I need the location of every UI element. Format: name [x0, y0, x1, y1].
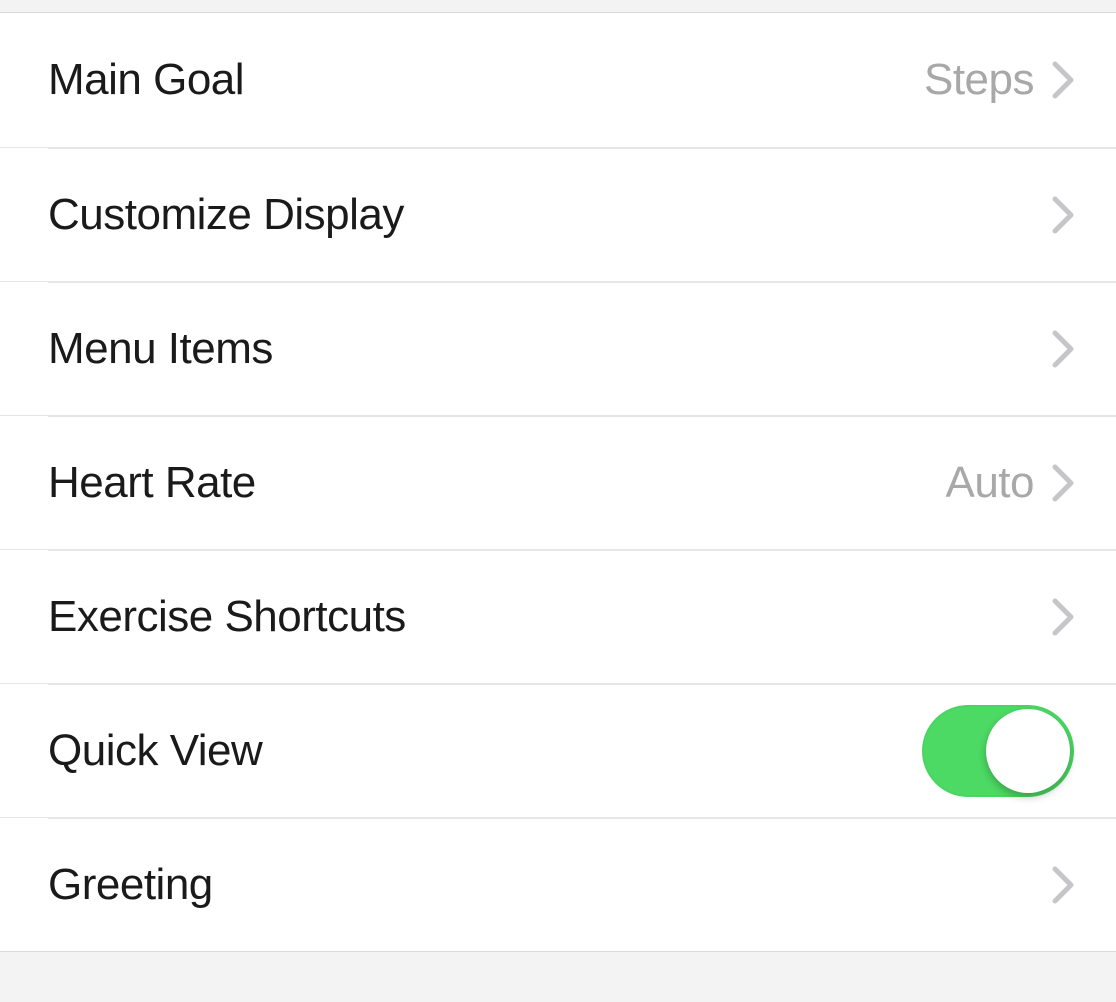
row-value: Steps	[924, 55, 1034, 105]
row-main-goal[interactable]: Main Goal Steps	[0, 13, 1116, 147]
row-quick-view: Quick View	[0, 683, 1116, 817]
row-greeting[interactable]: Greeting	[0, 817, 1116, 951]
row-label: Heart Rate	[48, 458, 945, 508]
row-heart-rate[interactable]: Heart Rate Auto	[0, 415, 1116, 549]
chevron-right-icon	[1052, 61, 1074, 99]
row-menu-items[interactable]: Menu Items	[0, 281, 1116, 415]
row-label: Customize Display	[48, 190, 1052, 240]
chevron-right-icon	[1052, 598, 1074, 636]
chevron-right-icon	[1052, 464, 1074, 502]
settings-list: Main Goal Steps Customize Display Menu I…	[0, 12, 1116, 952]
toggle-knob	[986, 709, 1070, 793]
footer-spacer	[0, 952, 1116, 992]
chevron-right-icon	[1052, 866, 1074, 904]
quick-view-toggle[interactable]	[922, 705, 1074, 797]
row-value: Auto	[945, 458, 1034, 508]
row-label: Menu Items	[48, 324, 1052, 374]
row-label: Main Goal	[48, 55, 924, 105]
row-label: Quick View	[48, 726, 922, 776]
chevron-right-icon	[1052, 196, 1074, 234]
row-customize-display[interactable]: Customize Display	[0, 147, 1116, 281]
row-label: Exercise Shortcuts	[48, 592, 1052, 642]
row-label: Greeting	[48, 860, 1052, 910]
row-exercise-shortcuts[interactable]: Exercise Shortcuts	[0, 549, 1116, 683]
chevron-right-icon	[1052, 330, 1074, 368]
